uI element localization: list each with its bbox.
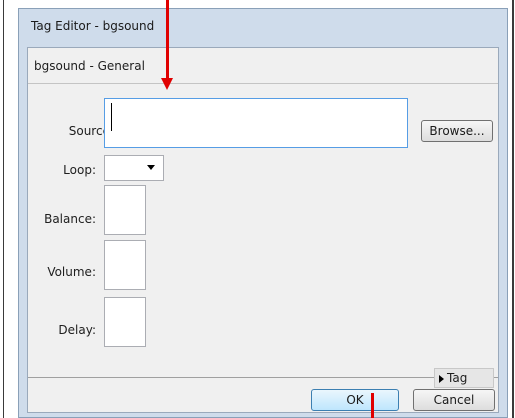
ok-button[interactable]: OK: [311, 389, 399, 411]
browse-button[interactable]: Browse...: [421, 120, 493, 142]
footer-divider: [28, 377, 498, 378]
section-divider: [28, 83, 498, 84]
annotation-arrow-top-head: [161, 78, 173, 90]
tag-info-toggle[interactable]: Tag info: [434, 368, 494, 403]
tag-editor-dialog: Tag Editor - bgsound bgsound - General S…: [18, 8, 508, 418]
loop-label: Loop:: [63, 163, 96, 177]
title-bar[interactable]: Tag Editor - bgsound: [19, 9, 507, 47]
loop-select[interactable]: [104, 155, 164, 181]
delay-label: Delay:: [58, 323, 96, 337]
text-caret: [111, 103, 112, 131]
annotation-arrow-bottom: [371, 393, 374, 418]
balance-label: Balance:: [44, 212, 96, 226]
section-title: bgsound - General: [34, 59, 145, 73]
background-line-left: [3, 0, 4, 418]
source-label: Source:: [68, 124, 114, 138]
background-line-right: [512, 0, 514, 418]
chevron-down-icon[interactable]: [147, 165, 155, 170]
source-input[interactable]: [104, 98, 408, 148]
annotation-arrow-top-shaft: [166, 0, 169, 80]
dialog-title: Tag Editor - bgsound: [31, 19, 155, 33]
volume-input[interactable]: [104, 240, 146, 290]
volume-label: Volume:: [47, 265, 96, 279]
cancel-button[interactable]: Cancel: [413, 389, 495, 411]
triangle-right-icon: [439, 374, 444, 383]
delay-input[interactable]: [104, 297, 146, 347]
dialog-body: bgsound - General Source: Browse... Loop…: [27, 47, 499, 413]
balance-input[interactable]: [104, 185, 146, 235]
